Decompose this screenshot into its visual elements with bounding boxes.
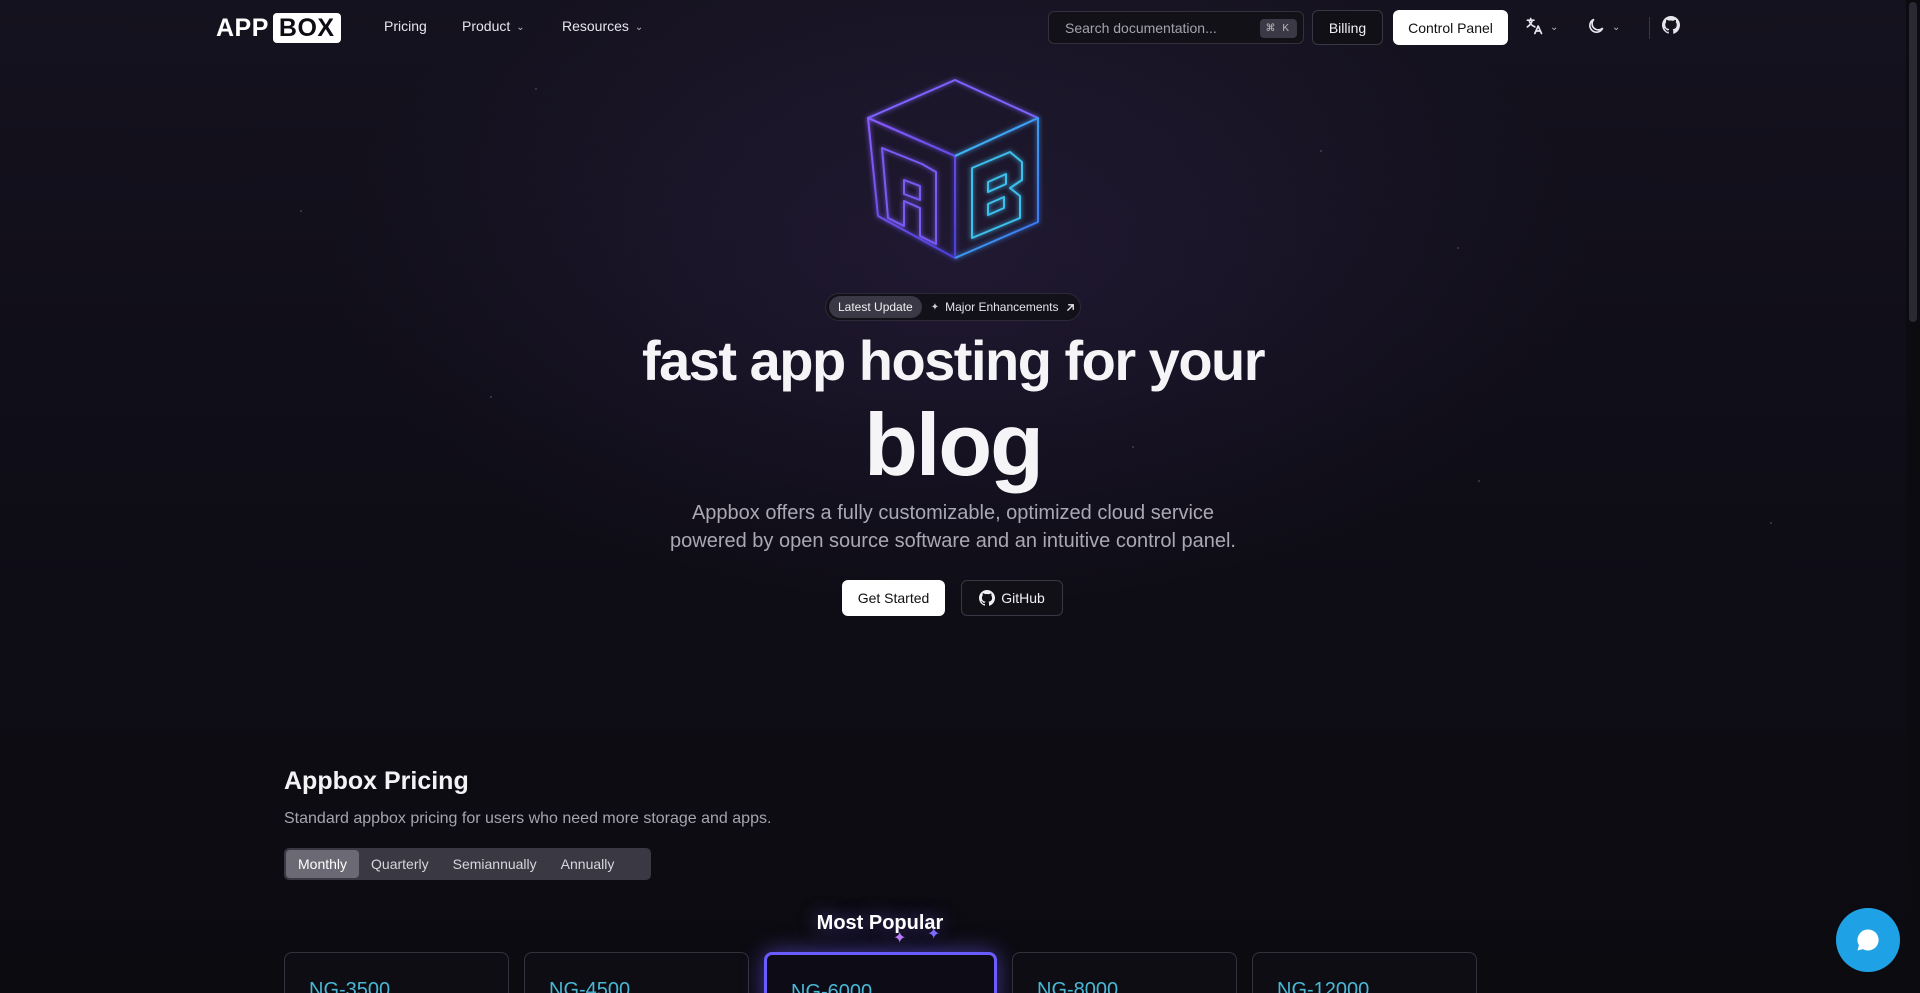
theme-switcher[interactable]: ⌄ <box>1586 16 1620 36</box>
sparkle-icon: ✦ <box>927 926 941 943</box>
theme-icon <box>1589 18 1604 33</box>
top-navigation: APP BOX Pricing Product ⌄ Resources ⌄ Se… <box>0 0 1906 54</box>
nav-link-product-label: Product <box>462 18 511 34</box>
control-panel-button[interactable]: Control Panel <box>1393 10 1508 45</box>
search-placeholder: Search documentation... <box>1065 19 1217 36</box>
hero-subtitle-line2: powered by open source software and an i… <box>670 530 1236 552</box>
hero-headline: fast app hosting for your <box>641 329 1266 392</box>
plan-name: NG-3500 <box>309 979 391 993</box>
chat-bubble-icon <box>1857 929 1879 951</box>
tab-annually[interactable]: Annually <box>549 850 627 878</box>
plan-card-ng-4500[interactable]: NG-4500 <box>524 952 749 993</box>
logo-app-text: APP <box>216 13 269 42</box>
billing-period-tabs: Monthly Quarterly Semiannually Annually <box>284 848 651 880</box>
hero-subtitle-line1: Appbox offers a fully customizable, opti… <box>691 502 1215 524</box>
github-button[interactable]: GitHub <box>961 580 1063 616</box>
nav-link-pricing[interactable]: Pricing <box>384 18 427 34</box>
tab-semiannually[interactable]: Semiannually <box>441 850 549 878</box>
hero-subtitle: Appbox offers a fully customizable, opti… <box>0 499 1906 555</box>
nav-divider <box>1649 17 1650 39</box>
chevron-down-icon: ⌄ <box>1612 21 1621 33</box>
most-popular-label: Most Popular <box>816 912 944 934</box>
chevron-down-icon: ⌄ <box>1550 21 1559 33</box>
pricing-subtitle: Standard appbox pricing for users who ne… <box>284 810 772 827</box>
get-started-button[interactable]: Get Started <box>842 580 945 616</box>
page-scrollbar[interactable] <box>1906 0 1920 993</box>
plan-name: NG-6000 <box>791 981 873 993</box>
plan-card-ng-8000[interactable]: NG-8000 <box>1012 952 1237 993</box>
nav-link-resources[interactable]: Resources ⌄ <box>562 18 643 34</box>
chevron-down-icon: ⌄ <box>634 21 644 33</box>
tab-quarterly[interactable]: Quarterly <box>359 850 441 878</box>
nav-link-resources-label: Resources <box>562 18 629 34</box>
arrow-up-right-icon <box>1066 303 1074 311</box>
latest-update-tag: Latest Update <box>829 296 922 318</box>
latest-update-badge[interactable]: Latest Update ✦ Major Enhancements <box>825 293 1081 321</box>
scrollbar-thumb[interactable] <box>1909 2 1917 322</box>
sparkle-icon: ✦ <box>893 930 907 947</box>
nav-link-product[interactable]: Product ⌄ <box>462 18 525 34</box>
latest-update-text: Major Enhancements <box>945 300 1059 314</box>
hero-headline-keyword: blog <box>864 395 1044 494</box>
github-nav-link[interactable] <box>1662 16 1680 34</box>
appbox-cube-logo <box>860 76 1050 266</box>
get-started-button-label: Get Started <box>857 590 930 606</box>
github-button-label: GitHub <box>1001 590 1045 606</box>
appbox-logo[interactable]: APP BOX <box>216 13 341 43</box>
nav-link-pricing-label: Pricing <box>384 18 427 34</box>
billing-button-label: Billing <box>1328 19 1367 36</box>
language-switcher[interactable]: ⌄ <box>1524 16 1558 36</box>
plan-card-ng-3500[interactable]: NG-3500 <box>284 952 509 993</box>
tab-monthly[interactable]: Monthly <box>286 850 360 878</box>
search-shortcut-badge: ⌘ K <box>1259 19 1297 38</box>
control-panel-button-label: Control Panel <box>1408 19 1493 36</box>
plan-name: NG-8000 <box>1037 979 1119 993</box>
translate-icon <box>1526 17 1543 35</box>
logo-box-text: BOX <box>272 13 341 43</box>
pricing-title: Appbox Pricing <box>284 767 469 795</box>
plan-card-ng-12000[interactable]: NG-12000 <box>1252 952 1477 993</box>
plan-name: NG-12000 <box>1277 979 1370 993</box>
plan-name: NG-4500 <box>549 979 631 993</box>
search-input[interactable]: Search documentation... ⌘ K <box>1048 11 1304 44</box>
chat-launcher-button[interactable] <box>1836 908 1900 972</box>
plan-card-ng-6000[interactable]: NG-6000 <box>764 952 997 993</box>
github-icon <box>979 590 996 606</box>
sparkle-icon: ✦ <box>930 301 940 313</box>
chevron-down-icon: ⌄ <box>516 21 525 33</box>
billing-button[interactable]: Billing <box>1312 10 1383 45</box>
latest-update-message: ✦ Major Enhancements <box>931 300 1076 314</box>
github-icon <box>1662 16 1680 34</box>
